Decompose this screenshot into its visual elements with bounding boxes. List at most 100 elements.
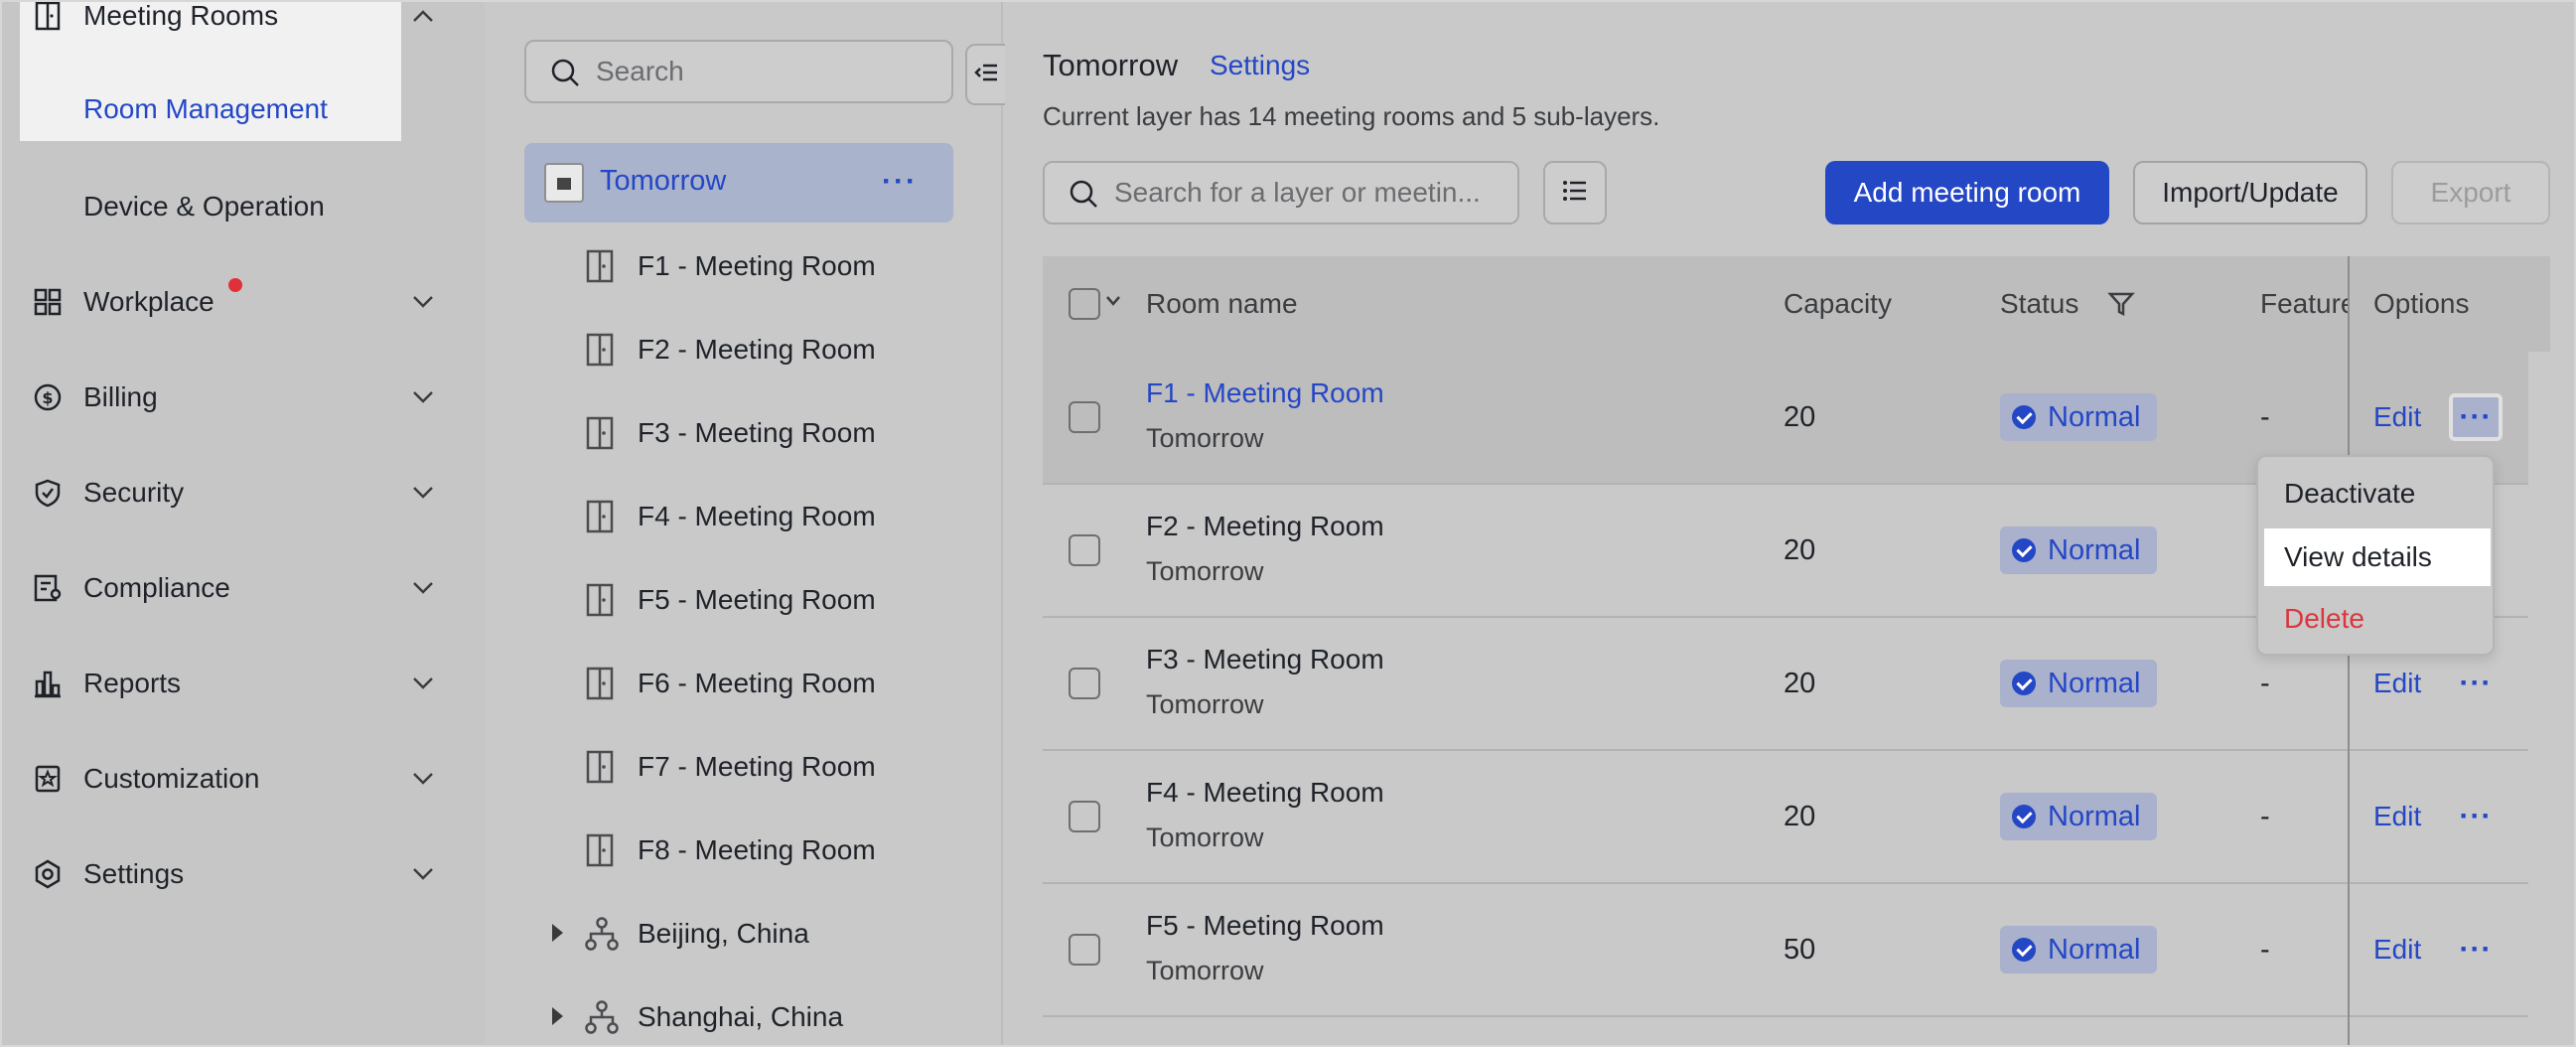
table-row[interactable]: F4 - Meeting Room Tomorrow 20 Normal - Edit ··… xyxy=(1043,751,2528,884)
door-icon xyxy=(584,415,616,456)
row-checkbox[interactable] xyxy=(1069,401,1100,433)
room-capacity: 20 xyxy=(1784,668,1816,699)
nav-label: Settings xyxy=(83,858,185,889)
nav-item-meeting-rooms[interactable]: Meeting Rooms xyxy=(0,0,485,46)
tree-item-label: Shanghai, China xyxy=(638,1001,844,1032)
edit-link[interactable]: Edit xyxy=(2373,801,2421,832)
tree-item-layer[interactable]: Beijing, China xyxy=(524,904,991,964)
more-actions-button[interactable]: ··· xyxy=(2449,660,2503,707)
row-checkbox[interactable] xyxy=(1069,934,1100,966)
check-circle-icon xyxy=(2012,672,2036,695)
chevron-down-icon[interactable] xyxy=(407,477,439,509)
check-circle-icon xyxy=(2012,805,2036,828)
nav-item-room-management[interactable]: Room Management xyxy=(83,93,328,125)
notification-dot xyxy=(228,278,242,292)
tree-search-input[interactable]: Search xyxy=(524,40,953,103)
row-checkbox[interactable] xyxy=(1069,534,1100,566)
room-name: F5 - Meeting Room xyxy=(1146,910,1384,941)
nav-item-customization[interactable]: Customization xyxy=(0,749,485,809)
more-actions-button[interactable]: ··· xyxy=(2449,926,2503,973)
chevron-down-icon[interactable] xyxy=(1104,294,1122,313)
row-checkbox[interactable] xyxy=(1069,801,1100,832)
collapse-panel-button[interactable] xyxy=(965,44,1005,105)
room-capacity: 20 xyxy=(1784,534,1816,566)
left-navigation: Meeting Rooms Room Management Device & O… xyxy=(0,0,485,1047)
expand-caret-icon[interactable] xyxy=(552,924,563,942)
tree-item-room[interactable]: F6 - Meeting Room xyxy=(524,654,991,713)
chevron-down-icon[interactable] xyxy=(407,572,439,604)
room-capacity: 20 xyxy=(1784,801,1816,832)
gear-icon xyxy=(32,858,64,890)
col-features: Feature xyxy=(2260,288,2348,319)
more-options-icon[interactable]: ··· xyxy=(882,165,918,199)
menu-item-view-details[interactable]: View details xyxy=(2264,528,2491,586)
chevron-down-icon[interactable] xyxy=(407,381,439,413)
shield-icon xyxy=(32,477,64,509)
search-placeholder: Search for a layer or meetin... xyxy=(1114,177,1481,208)
room-name: F2 - Meeting Room xyxy=(1146,511,1384,541)
list-view-button[interactable] xyxy=(1543,161,1607,224)
tree-root-tomorrow[interactable]: Tomorrow ··· xyxy=(524,143,953,223)
tree-item-room[interactable]: F4 - Meeting Room xyxy=(524,487,991,546)
import-update-button[interactable]: Import/Update xyxy=(2133,161,2367,224)
tree-item-layer[interactable]: Shanghai, China xyxy=(524,987,991,1047)
dollar-icon: $ xyxy=(32,381,64,413)
tree-item-room[interactable]: F5 - Meeting Room xyxy=(524,570,991,630)
hierarchy-icon xyxy=(584,916,620,957)
nav-item-device-operation[interactable]: Device & Operation xyxy=(83,191,325,223)
chevron-down-icon[interactable] xyxy=(407,668,439,699)
status-badge: Normal xyxy=(2000,660,2157,707)
tree-item-room[interactable]: F1 - Meeting Room xyxy=(524,236,991,296)
menu-item-deactivate[interactable]: Deactivate xyxy=(2264,465,2491,523)
table-header: Room name Capacity Status Feature Option… xyxy=(1043,256,2550,352)
door-icon xyxy=(584,582,616,623)
door-icon xyxy=(584,666,616,706)
nav-item-security[interactable]: Security xyxy=(0,463,485,523)
room-search-input[interactable]: Search for a layer or meetin... xyxy=(1043,161,1519,224)
tree-item-room[interactable]: F2 - Meeting Room xyxy=(524,320,991,379)
tree-item-room[interactable]: F8 - Meeting Room xyxy=(524,821,991,880)
tree-item-room[interactable]: F3 - Meeting Room xyxy=(524,403,991,463)
nav-item-billing[interactable]: $ Billing xyxy=(0,368,485,427)
customize-icon xyxy=(32,763,64,795)
col-features-clip: Feature xyxy=(2260,256,2348,352)
chevron-up-icon[interactable] xyxy=(407,0,439,32)
row-actions-menu: Deactivate View details Delete xyxy=(2256,455,2495,656)
col-options: Options xyxy=(2373,288,2470,319)
edit-link[interactable]: Edit xyxy=(2373,401,2421,433)
chevron-down-icon[interactable] xyxy=(407,286,439,318)
chevron-down-icon[interactable] xyxy=(407,763,439,795)
nav-item-workplace[interactable]: Workplace xyxy=(0,272,485,332)
menu-item-delete[interactable]: Delete xyxy=(2264,590,2491,648)
check-circle-icon xyxy=(2012,938,2036,962)
expand-caret-icon[interactable] xyxy=(552,1007,563,1025)
add-meeting-room-button[interactable]: Add meeting room xyxy=(1825,161,2109,224)
nav-label: Security xyxy=(83,477,185,508)
room-layer: Tomorrow xyxy=(1146,556,1264,586)
tree-item-label: F8 - Meeting Room xyxy=(638,834,876,865)
chevron-down-icon[interactable] xyxy=(407,858,439,890)
edit-link[interactable]: Edit xyxy=(2373,668,2421,699)
select-all-checkbox[interactable] xyxy=(1069,288,1100,320)
nav-item-compliance[interactable]: Compliance xyxy=(0,558,485,618)
room-features: - xyxy=(2260,401,2270,433)
col-status: Status xyxy=(2000,288,2079,319)
door-icon xyxy=(584,248,616,289)
nav-item-reports[interactable]: Reports xyxy=(0,654,485,713)
tree-item-room[interactable]: F7 - Meeting Room xyxy=(524,737,991,797)
more-actions-button[interactable]: ··· xyxy=(2449,393,2503,441)
export-button[interactable]: Export xyxy=(2391,161,2550,224)
nav-item-settings[interactable]: Settings xyxy=(0,844,485,904)
room-name[interactable]: F1 - Meeting Room xyxy=(1146,377,1384,409)
settings-link[interactable]: Settings xyxy=(1210,50,1310,81)
more-actions-button[interactable]: ··· xyxy=(2449,793,2503,840)
tree-item-label: F7 - Meeting Room xyxy=(638,751,876,782)
filter-icon[interactable] xyxy=(2107,290,2135,323)
tree-item-label: F5 - Meeting Room xyxy=(638,584,876,615)
bar-chart-icon xyxy=(32,668,64,699)
edit-link[interactable]: Edit xyxy=(2373,934,2421,966)
check-circle-icon xyxy=(2012,405,2036,429)
table-row[interactable]: F5 - Meeting Room Tomorrow 50 Normal - Edit ··… xyxy=(1043,884,2528,1017)
tree-item-label: F3 - Meeting Room xyxy=(638,417,876,448)
row-checkbox[interactable] xyxy=(1069,668,1100,699)
